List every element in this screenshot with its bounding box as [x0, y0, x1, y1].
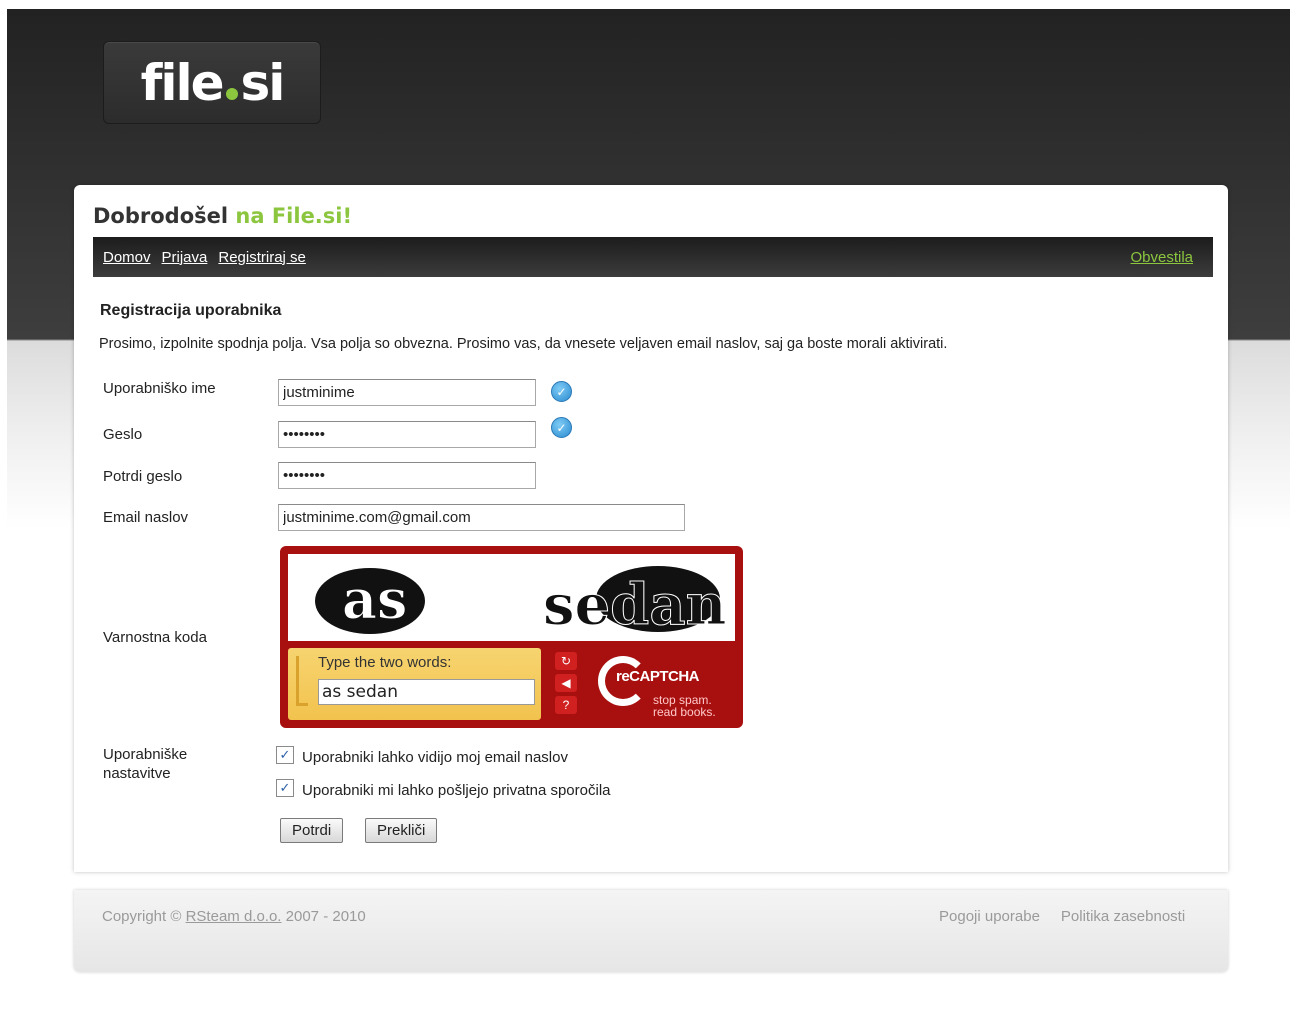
private-messages-checkbox[interactable]: ✓	[276, 779, 294, 797]
footer	[74, 890, 1228, 972]
captcha-label: Varnostna koda	[103, 629, 207, 646]
arrow-icon	[296, 656, 308, 706]
welcome-heading: Dobrodošel na File.si!	[93, 204, 353, 228]
recaptcha-widget: as sedan Type the two words: ↻ ◀ ? reCAP…	[280, 546, 743, 728]
nav-link-register[interactable]: Registriraj se	[218, 249, 306, 266]
nav-link-notifications[interactable]: Obvestila	[1130, 249, 1193, 266]
password-input[interactable]	[278, 421, 536, 448]
captcha-word-1: as	[342, 567, 407, 631]
password-valid-check-icon: ✓	[551, 417, 572, 438]
show-email-checkbox[interactable]: ✓	[276, 746, 294, 764]
form-intro-text: Prosimo, izpolnite spodnja polja. Vsa po…	[99, 336, 948, 352]
nav-link-home[interactable]: Domov	[103, 249, 151, 266]
cancel-button[interactable]: Prekliči	[365, 818, 438, 843]
email-input[interactable]	[278, 504, 685, 531]
nav-link-login[interactable]: Prijava	[162, 249, 208, 266]
logo-dot	[225, 87, 238, 100]
logo-text: file si	[140, 53, 286, 112]
private-messages-option-label[interactable]: Uporabniki mi lahko pošljejo privatna sp…	[302, 782, 611, 799]
show-email-option-label[interactable]: Uporabniki lahko vidijo moj email naslov	[302, 749, 568, 766]
recaptcha-tagline: stop spam. read books.	[653, 693, 716, 719]
audio-icon[interactable]: ◀	[555, 674, 577, 692]
privacy-link[interactable]: Politika zasebnosti	[1061, 908, 1185, 925]
footer-links: Pogoji uporabe Politika zasebnosti	[939, 908, 1185, 925]
submit-button[interactable]: Potrdi	[280, 818, 344, 843]
copyright-text: Copyright © RSteam d.o.o. 2007 - 2010	[102, 908, 366, 925]
captcha-word-2: sedan	[543, 572, 726, 638]
nav-bar: Domov Prijava Registriraj se Obvestila	[93, 237, 1213, 277]
captcha-response-input[interactable]	[318, 679, 535, 705]
email-label: Email naslov	[103, 509, 189, 526]
confirm-password-input[interactable]	[278, 462, 536, 489]
username-valid-check-icon: ✓	[551, 381, 572, 402]
company-link[interactable]: RSteam d.o.o.	[186, 908, 282, 925]
captcha-image: as sedan	[288, 554, 735, 641]
confirm-password-label: Potrdi geslo	[103, 468, 183, 485]
site-logo[interactable]: file si	[103, 41, 321, 124]
username-label: Uporabniško ime	[103, 380, 216, 397]
captcha-input-area: Type the two words:	[288, 648, 541, 720]
user-settings-label: Uporabniške nastavitve	[103, 746, 188, 782]
nav-links: Domov Prijava Registriraj se	[103, 249, 306, 266]
terms-link[interactable]: Pogoji uporabe	[939, 908, 1040, 925]
username-input[interactable]	[278, 379, 536, 406]
password-label: Geslo	[103, 426, 143, 443]
captcha-words-image: as sedan	[315, 566, 727, 639]
refresh-icon[interactable]: ↻	[555, 652, 577, 670]
captcha-controls: ↻ ◀ ?	[555, 652, 577, 714]
recaptcha-logo: reCAPTCHA stop spam. read books.	[598, 654, 738, 720]
captcha-prompt: Type the two words:	[318, 654, 452, 671]
help-icon[interactable]: ?	[555, 696, 577, 714]
page-title: Registracija uporabnika	[100, 302, 282, 319]
